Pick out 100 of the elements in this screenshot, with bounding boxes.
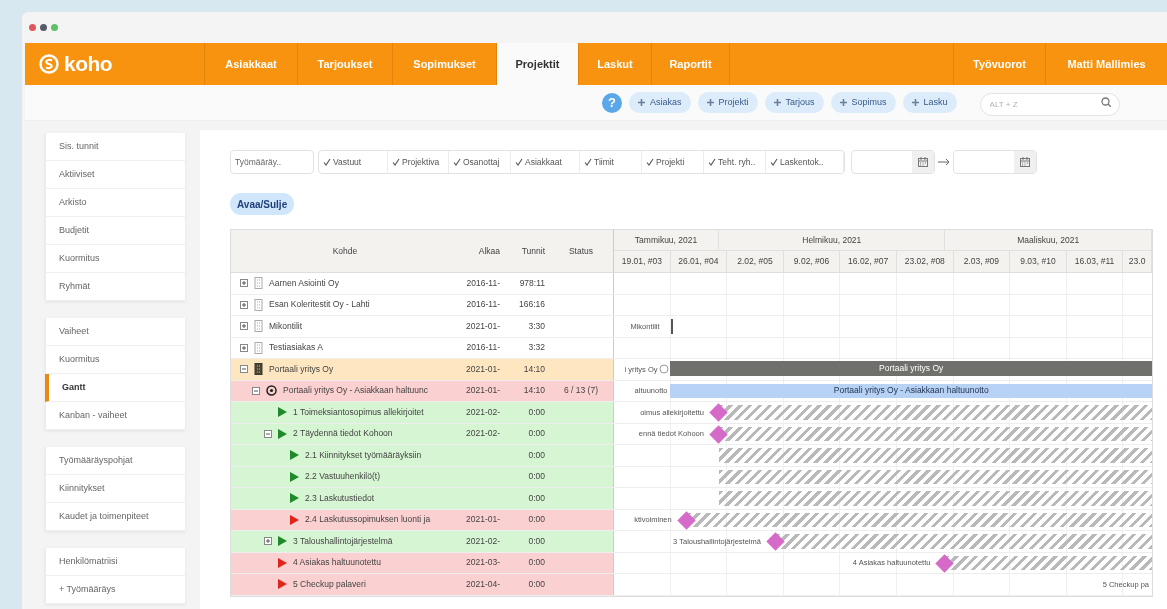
month-header: Tammikuu, 2021 bbox=[634, 233, 698, 247]
expand-icon[interactable] bbox=[240, 343, 248, 352]
add-button[interactable]: Asiakas bbox=[629, 92, 691, 113]
start-marker bbox=[670, 319, 673, 334]
sidebar-item[interactable]: Sis. tunnit bbox=[45, 133, 185, 161]
plus-icon bbox=[911, 99, 919, 106]
filter-dropdown[interactable]: Työmääräy.. bbox=[230, 150, 314, 174]
filter-toggle[interactable]: Asiakkaat bbox=[511, 151, 580, 173]
table-row[interactable]: Portaali yritys Oy 2021-01- 14:10 bbox=[231, 359, 614, 380]
summary-bar[interactable]: Portaali yritys Oy bbox=[670, 361, 1152, 376]
hours-value: 14:10 bbox=[523, 384, 545, 398]
row-name: Mikontilit bbox=[269, 319, 303, 333]
table-row[interactable]: 2.1 Kiinnitykset työmääräyksiin 0:00 bbox=[231, 445, 614, 466]
hours-value: 978:11 bbox=[519, 276, 545, 290]
hours-value: 166:16 bbox=[519, 298, 545, 312]
expand-icon[interactable] bbox=[240, 279, 248, 288]
add-button[interactable]: Tarjous bbox=[764, 92, 824, 113]
row-name: Aarnen Asiointi Oy bbox=[269, 276, 339, 290]
bar-label: Portaali yritys Oy - Asiakkaan haltuunotto bbox=[833, 384, 989, 398]
start-date: 2021-01- bbox=[465, 513, 500, 527]
building-icon bbox=[254, 341, 263, 354]
sidebar-item[interactable]: Kuormitus bbox=[45, 245, 185, 273]
sidebar-item[interactable]: Kuormitus bbox=[45, 346, 185, 374]
table-row[interactable]: 3 Taloushallintojärjestelmä 2021-02- 0:00 bbox=[231, 531, 614, 552]
add-button[interactable]: Lasku bbox=[902, 92, 957, 113]
sidebar-item[interactable]: Henkilömatriisi bbox=[45, 548, 185, 576]
table-row[interactable]: 4 Asiakas haltuunotettu 2021-03- 0:00 bbox=[231, 552, 614, 573]
sidebar-item[interactable]: Työmääräyspohjat bbox=[45, 447, 185, 475]
row-name: Testiasiakas A bbox=[269, 341, 323, 355]
month-header: Helmikuu, 2021 bbox=[802, 233, 862, 247]
table-row[interactable]: 2.3 Laskutustiedot 0:00 bbox=[231, 488, 614, 509]
start-date: 2021-01- bbox=[465, 362, 500, 376]
hours-value: 0:00 bbox=[528, 513, 545, 527]
bar-label: Portaali yritys Oy bbox=[879, 361, 944, 375]
start-date: 2021-02- bbox=[465, 427, 500, 441]
sidebar-item[interactable]: Kiinnitykset bbox=[45, 475, 185, 503]
search-field[interactable]: ALT + Z bbox=[979, 92, 1120, 116]
filter-toggle[interactable]: Tiimit bbox=[580, 151, 642, 173]
row-name: 2 Täydennä tiedot Kohoon bbox=[293, 427, 393, 441]
date-field[interactable] bbox=[851, 150, 935, 174]
nav-tab[interactable]: Projektit bbox=[497, 43, 579, 85]
plus-icon bbox=[773, 99, 781, 106]
filter-toggle[interactable]: Teht. ryh.. bbox=[704, 151, 766, 173]
add-button[interactable]: Sopimus bbox=[830, 92, 896, 113]
table-row[interactable]: 2 Täydennä tiedot Kohoon 2021-02- 0:00 bbox=[231, 423, 614, 444]
logo-icon bbox=[39, 54, 59, 74]
start-date: 2021-02- bbox=[465, 534, 500, 548]
sidebar-item[interactable]: Budjetit bbox=[45, 217, 185, 245]
expand-icon[interactable] bbox=[240, 322, 248, 331]
table-row[interactable]: 2.4 Laskutussopimuksen luonti ja 2021-01- 0:00 bbox=[231, 509, 614, 530]
start-date: 2021-03- bbox=[465, 556, 500, 570]
start-date: 2016-11- bbox=[466, 298, 500, 312]
table-row[interactable]: 1 Toimeksiantosopimus allekirjoitet 2021-02- 0:00 bbox=[231, 402, 614, 423]
week-header: 16.03, #11 bbox=[1074, 255, 1115, 268]
week-header: 9.02, #06 bbox=[793, 255, 830, 268]
column-header: Status bbox=[568, 244, 594, 258]
sidebar-item[interactable]: Kaudet ja toimenpiteet bbox=[45, 503, 185, 531]
week-header: 9.03, #10 bbox=[1020, 255, 1056, 268]
building-icon bbox=[254, 298, 263, 311]
filter-toggle[interactable]: Laskentok.. bbox=[766, 151, 844, 173]
sidebar-item[interactable]: + Työmääräys bbox=[45, 576, 185, 604]
filter-toggle[interactable]: Vastuut bbox=[319, 151, 388, 173]
sidebar-item[interactable]: Arkisto bbox=[45, 189, 185, 217]
expand-icon[interactable] bbox=[240, 300, 248, 309]
table-row[interactable]: 5 Checkup palaveri 2021-04- 0:00 bbox=[231, 574, 614, 595]
building-icon bbox=[254, 277, 263, 290]
collapse-icon[interactable] bbox=[264, 429, 272, 438]
sidebar-item[interactable]: Gantt bbox=[45, 374, 185, 402]
filter-toggle[interactable]: Projekti bbox=[642, 151, 704, 173]
sidebar-item[interactable]: Ryhmät bbox=[45, 273, 185, 301]
hours-value: 3:32 bbox=[528, 341, 545, 355]
filter-toggle[interactable]: Osanottaj bbox=[449, 151, 511, 173]
week-header: 16.02, #07 bbox=[848, 255, 889, 268]
collapse-icon[interactable] bbox=[252, 386, 260, 395]
table-row[interactable]: Portaali yritys Oy - Asiakkaan haltuunc 2021-01- 14:10 6 / 13 (7) bbox=[231, 380, 614, 401]
date-field[interactable] bbox=[953, 150, 1037, 174]
hours-value: 0:00 bbox=[528, 534, 545, 548]
calendar-icon bbox=[918, 157, 928, 167]
table-row[interactable]: 2.2 Vastuuhenkilö(t) 0:00 bbox=[231, 466, 614, 487]
building-icon bbox=[254, 320, 263, 333]
row-name: 4 Asiakas haltuunotettu bbox=[293, 556, 381, 570]
circle-icon bbox=[659, 364, 670, 374]
sidebar-item[interactable]: Vaiheet bbox=[45, 318, 185, 346]
sidebar-item[interactable]: Aktiiviset bbox=[45, 161, 185, 189]
hours-value: 0:00 bbox=[528, 427, 545, 441]
plus-icon bbox=[638, 99, 645, 106]
task-bar[interactable]: Portaali yritys Oy - Asiakkaan haltuunotto bbox=[670, 383, 1152, 398]
column-header: Alkaa bbox=[478, 244, 500, 258]
collapse-icon[interactable] bbox=[240, 365, 248, 374]
expand-icon[interactable] bbox=[264, 537, 272, 546]
expand-collapse-button[interactable]: Avaa/Sulje bbox=[230, 193, 295, 215]
building-icon bbox=[254, 363, 263, 376]
month-header: Maaliskuu, 2021 bbox=[1017, 233, 1080, 247]
row-name: 3 Taloushallintojärjestelmä bbox=[293, 534, 393, 548]
add-button[interactable]: Projekti bbox=[697, 92, 758, 113]
hours-value: 0:00 bbox=[528, 577, 545, 591]
filter-toggle[interactable]: Projektiva bbox=[388, 151, 449, 173]
sidebar-item[interactable]: Kanban - vaiheet bbox=[45, 402, 185, 430]
plus-icon bbox=[706, 99, 714, 106]
week-header: 19.01, #03 bbox=[621, 255, 662, 268]
